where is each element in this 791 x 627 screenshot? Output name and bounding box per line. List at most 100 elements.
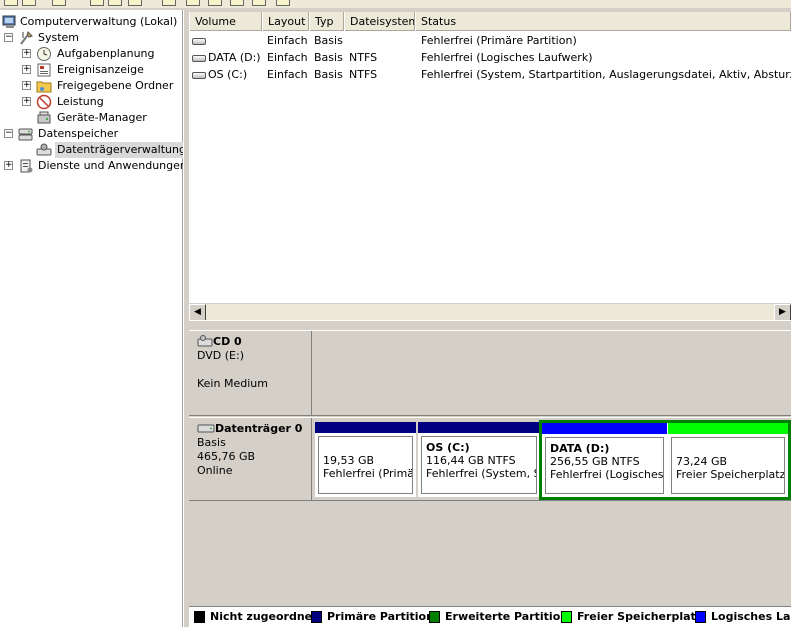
partition-bar bbox=[542, 423, 667, 434]
legend-swatch bbox=[429, 611, 440, 623]
typ-cell: Basis bbox=[314, 34, 343, 47]
tree-label: Datenspeicher bbox=[38, 127, 119, 140]
partition-body: DATA (D:) 256,55 GB NTFS Fehlerfrei (Log… bbox=[545, 437, 664, 494]
console-icon[interactable] bbox=[108, 0, 122, 6]
table-row[interactable]: DATA (D:) Einfach Basis NTFS Fehlerfrei … bbox=[189, 49, 791, 66]
disk-management-icon bbox=[36, 143, 52, 156]
volume-cell bbox=[192, 32, 262, 49]
column-header-layout[interactable]: Layout bbox=[262, 12, 309, 31]
expand-icon[interactable]: + bbox=[22, 65, 31, 74]
column-header-row: Volume Layout Typ Dateisystem Status bbox=[189, 12, 791, 31]
disk-row-cd0[interactable]: CD 0 DVD (E:) Kein Medium bbox=[189, 330, 791, 416]
column-header-status[interactable]: Status bbox=[415, 12, 791, 31]
partition-size: 73,24 GB bbox=[676, 455, 728, 468]
collapse-icon[interactable]: − bbox=[4, 129, 13, 138]
fs-cell: NTFS bbox=[349, 68, 378, 81]
partition-bar bbox=[418, 422, 540, 433]
column-header-dateisystem[interactable]: Dateisystem bbox=[344, 12, 415, 31]
refresh-icon[interactable] bbox=[162, 0, 176, 6]
open-icon[interactable] bbox=[208, 0, 222, 6]
search-icon[interactable] bbox=[252, 0, 266, 6]
device-manager-icon bbox=[37, 111, 51, 124]
tree-label: Aufgabenplanung bbox=[57, 47, 155, 60]
partition-status: Fehlerfrei (Primäre bbox=[323, 467, 413, 480]
legend-swatch bbox=[311, 611, 322, 623]
partition-size: 19,53 GB bbox=[323, 454, 375, 467]
layout-cell: Einfach bbox=[267, 51, 308, 64]
partition-body: OS (C:) 116,44 GB NTFS Fehlerfrei (Syste… bbox=[421, 436, 537, 494]
table-row[interactable]: Einfach Basis Fehlerfrei (Primäre Partit… bbox=[189, 32, 791, 49]
system-tools-icon bbox=[20, 31, 33, 45]
tree-label: Geräte-Manager bbox=[57, 111, 147, 124]
tree-label: Dienste und Anwendungen bbox=[38, 159, 187, 172]
forward-icon[interactable] bbox=[22, 0, 36, 6]
horizontal-splitter[interactable] bbox=[189, 320, 791, 330]
tree-label: Datenträgerverwaltung bbox=[55, 142, 188, 158]
typ-cell: Basis bbox=[314, 51, 343, 64]
partition-status: Fehlerfrei (Logisches La bbox=[550, 468, 664, 481]
help-icon[interactable] bbox=[128, 0, 142, 6]
scroll-left-icon[interactable]: ◀ bbox=[189, 304, 206, 321]
partition-primary-1[interactable]: 19,53 GB Fehlerfrei (Primäre bbox=[315, 422, 416, 497]
disk-label[interactable]: CD 0 DVD (E:) Kein Medium bbox=[189, 331, 312, 415]
legend-label: Primäre Partition bbox=[327, 610, 434, 623]
properties-icon[interactable] bbox=[90, 0, 104, 6]
performance-icon bbox=[36, 94, 52, 110]
event-viewer-icon bbox=[37, 63, 51, 77]
disk-size: 465,76 GB bbox=[197, 450, 256, 463]
partition-status: Fehlerfrei (System, St bbox=[426, 467, 537, 480]
storage-icon bbox=[18, 128, 33, 141]
edit-icon[interactable] bbox=[230, 0, 244, 6]
disk-graphical-view: CD 0 DVD (E:) Kein Medium Datenträger 0 … bbox=[189, 330, 791, 608]
cdrom-icon bbox=[197, 335, 213, 347]
partition-bar bbox=[668, 423, 788, 434]
partition-title: DATA (D:) bbox=[550, 442, 610, 455]
column-header-typ[interactable]: Typ bbox=[309, 12, 344, 31]
partition-body: 19,53 GB Fehlerfrei (Primäre bbox=[318, 436, 413, 494]
legend-label: Logisches Lauf bbox=[711, 610, 791, 623]
cd-area bbox=[313, 331, 791, 415]
column-header-volume[interactable]: Volume bbox=[189, 12, 262, 31]
partition-os[interactable]: OS (C:) 116,44 GB NTFS Fehlerfrei (Syste… bbox=[418, 422, 540, 497]
disk-label[interactable]: Datenträger 0 Basis 465,76 GB Online bbox=[189, 418, 312, 500]
back-icon[interactable] bbox=[4, 0, 18, 6]
partition-status: Freier Speicherplatz bbox=[676, 468, 785, 481]
expand-icon[interactable]: + bbox=[22, 49, 31, 58]
table-row[interactable]: OS (C:) Einfach Basis NTFS Fehlerfrei (S… bbox=[189, 66, 791, 83]
legend-swatch bbox=[561, 611, 572, 623]
expand-icon[interactable]: + bbox=[4, 161, 13, 170]
volume-icon bbox=[192, 71, 206, 79]
delete-icon[interactable] bbox=[186, 0, 200, 6]
volume-cell: OS (C:) bbox=[192, 66, 262, 83]
legend: Nicht zugeordnet Primäre Partition Erwei… bbox=[189, 606, 791, 627]
partition-body: 73,24 GB Freier Speicherplatz bbox=[671, 437, 785, 494]
expand-icon[interactable]: + bbox=[22, 81, 31, 90]
typ-cell: Basis bbox=[314, 68, 343, 81]
partition-free[interactable]: 73,24 GB Freier Speicherplatz bbox=[668, 423, 788, 497]
hard-disk-icon bbox=[197, 424, 215, 433]
status-cell: Fehlerfrei (System, Startpartition, Ausl… bbox=[421, 68, 791, 81]
disk-row-disk0[interactable]: Datenträger 0 Basis 465,76 GB Online 19,… bbox=[189, 417, 791, 501]
navigation-tree: Computerverwaltung (Lokal) − System + Au… bbox=[0, 10, 188, 627]
partition-extended[interactable]: DATA (D:) 256,55 GB NTFS Fehlerfrei (Log… bbox=[539, 420, 791, 500]
disk-state: Online bbox=[197, 464, 233, 477]
partition-area: 19,53 GB Fehlerfrei (Primäre OS (C:) 116… bbox=[313, 418, 791, 500]
legend-label: Freier Speicherplatz bbox=[577, 610, 703, 623]
volume-icon bbox=[192, 37, 206, 45]
scroll-right-icon[interactable]: ▶ bbox=[774, 304, 791, 321]
folder-icon[interactable] bbox=[52, 0, 66, 6]
status-cell: Fehlerfrei (Primäre Partition) bbox=[421, 34, 577, 47]
tree-label: Computerverwaltung (Lokal) bbox=[20, 15, 178, 28]
tree-label: System bbox=[38, 31, 80, 44]
expand-icon[interactable]: + bbox=[22, 97, 31, 106]
volume-cell: DATA (D:) bbox=[192, 49, 262, 66]
partition-bar bbox=[315, 422, 416, 433]
legend-swatch bbox=[695, 611, 706, 623]
partition-data[interactable]: DATA (D:) 256,55 GB NTFS Fehlerfrei (Log… bbox=[542, 423, 667, 497]
partition-size: 116,44 GB NTFS bbox=[426, 454, 516, 467]
legend-label: Nicht zugeordnet bbox=[210, 610, 318, 623]
wizard-icon[interactable] bbox=[276, 0, 290, 6]
volume-list: Volume Layout Typ Dateisystem Status Ein… bbox=[189, 12, 791, 319]
collapse-icon[interactable]: − bbox=[4, 33, 13, 42]
horizontal-scrollbar[interactable]: ◀ ▶ bbox=[189, 303, 791, 321]
